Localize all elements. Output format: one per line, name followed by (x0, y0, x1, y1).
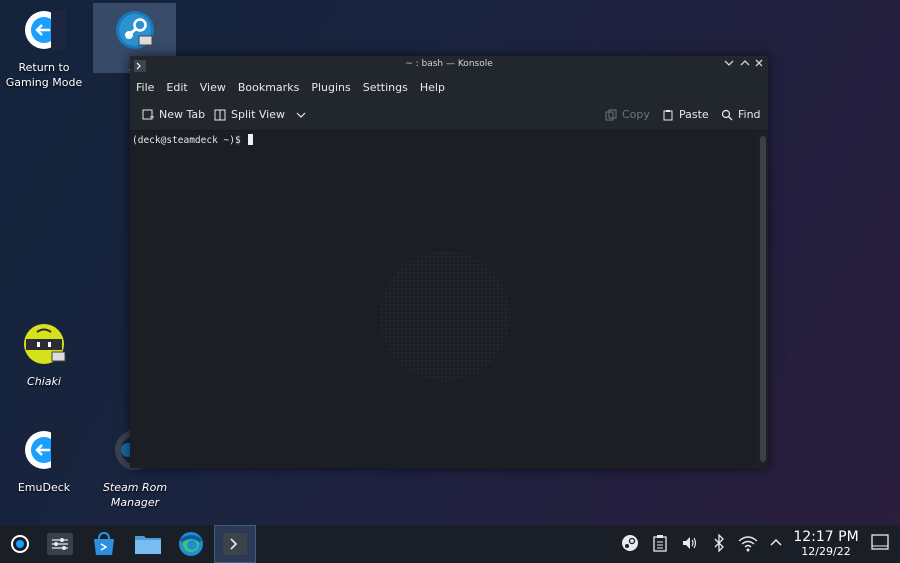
clock-time: 12:17 PM (793, 529, 859, 545)
menu-settings[interactable]: Settings (357, 76, 414, 100)
volume-icon (683, 537, 697, 549)
paste-label: Paste (679, 108, 709, 121)
steam-icon (622, 535, 638, 551)
split-view-icon (214, 109, 226, 121)
tray-volume[interactable] (680, 534, 700, 554)
toolbar: New Tab Split View Copy Paste Find (130, 100, 768, 131)
copy-button[interactable]: Copy (605, 100, 650, 130)
desktop-icon-label: EmuDeck (17, 481, 71, 494)
application-launcher[interactable] (4, 525, 36, 563)
wifi-icon (738, 536, 758, 552)
split-view-label: Split View (231, 108, 285, 121)
copy-label: Copy (622, 108, 650, 121)
new-tab-icon (142, 109, 154, 120)
digital-clock[interactable]: 12:17 PM 12/29/22 (792, 529, 860, 559)
search-icon (721, 109, 733, 121)
menu-bar: File Edit View Bookmarks Plugins Settings Help (130, 76, 768, 100)
store-bag-icon (94, 532, 114, 555)
bluetooth-icon (714, 533, 724, 553)
konsole-window: ~ : bash — Konsole File Edit View Bookmarks… (130, 56, 768, 468)
close-icon (755, 59, 763, 67)
menu-view[interactable]: View (194, 76, 232, 100)
taskbar-edge-browser[interactable] (173, 525, 209, 563)
new-tab-label: New Tab (159, 108, 206, 121)
chevron-down-icon (724, 60, 734, 66)
chevron-down-icon (296, 112, 306, 118)
split-view-button[interactable]: Split View (214, 100, 306, 130)
clipboard-icon (653, 535, 667, 552)
show-desktop-button[interactable] (870, 534, 890, 554)
desktop-icon-emudeck[interactable]: EmuDeck (2, 428, 86, 495)
desktop-icon-label: Chiaki (27, 375, 61, 388)
steamdeck-watermark (380, 251, 510, 381)
show-desktop-icon (871, 534, 889, 550)
tray-steam[interactable] (620, 534, 640, 554)
terminal-icon (223, 533, 247, 555)
tray-clipboard[interactable] (650, 534, 670, 554)
sliders-icon (47, 533, 73, 555)
prompt-text: (deck@steamdeck ~)$ (132, 135, 241, 146)
tray-bluetooth[interactable] (709, 533, 729, 554)
maximize-button[interactable] (738, 58, 752, 72)
find-button[interactable]: Find (721, 100, 761, 130)
terminal-prompt: (deck@steamdeck ~)$ (132, 134, 254, 146)
terminal-cursor (248, 134, 254, 145)
new-tab-button[interactable]: New Tab (142, 100, 205, 130)
desktop-icon-chiaki[interactable]: Chiaki (2, 322, 86, 389)
tray-expand[interactable] (766, 534, 786, 554)
return-arrow-icon (25, 10, 66, 50)
desktop-icon-return-gaming-mode[interactable]: Return to Gaming Mode (2, 8, 86, 90)
chiaki-icon (24, 324, 66, 364)
chevron-up-icon (740, 60, 750, 66)
paste-button[interactable]: Paste (662, 100, 709, 130)
menu-help[interactable]: Help (414, 76, 451, 100)
paste-icon (663, 110, 673, 121)
window-title: ~ : bash — Konsole (405, 59, 493, 69)
copy-icon (605, 109, 617, 121)
steam-icon (116, 11, 154, 49)
tray-wifi[interactable] (738, 534, 758, 554)
minimize-button[interactable] (722, 58, 736, 72)
browser-icon (179, 532, 203, 556)
window-titlebar[interactable]: ~ : bash — Konsole (130, 56, 768, 76)
taskbar: 12:17 PM 12/29/22 (0, 525, 900, 563)
menu-plugins[interactable]: Plugins (305, 76, 356, 100)
desktop-icon-label: Return to (18, 61, 70, 74)
terminal-scrollbar[interactable] (760, 136, 766, 462)
emudeck-icon (25, 430, 66, 470)
terminal-area[interactable]: (deck@steamdeck ~)$ (130, 131, 756, 468)
taskbar-system-settings[interactable] (42, 525, 78, 563)
clock-date: 12/29/22 (801, 545, 851, 558)
taskbar-konsole[interactable] (214, 525, 256, 563)
taskbar-discover[interactable] (86, 525, 122, 563)
find-label: Find (738, 108, 761, 121)
menu-edit[interactable]: Edit (160, 76, 193, 100)
desktop-icon-label: Manager (110, 496, 160, 509)
chevron-up-icon (770, 538, 782, 546)
desktop-icon-label: Steam Rom (102, 481, 168, 494)
close-button[interactable] (752, 58, 766, 72)
menu-bookmarks[interactable]: Bookmarks (232, 76, 305, 100)
folder-icon (135, 536, 161, 554)
steamdeck-logo-icon (11, 535, 29, 553)
menu-file[interactable]: File (130, 76, 160, 100)
taskbar-file-manager[interactable] (130, 525, 166, 563)
desktop-icon-label: Gaming Mode (5, 76, 83, 89)
